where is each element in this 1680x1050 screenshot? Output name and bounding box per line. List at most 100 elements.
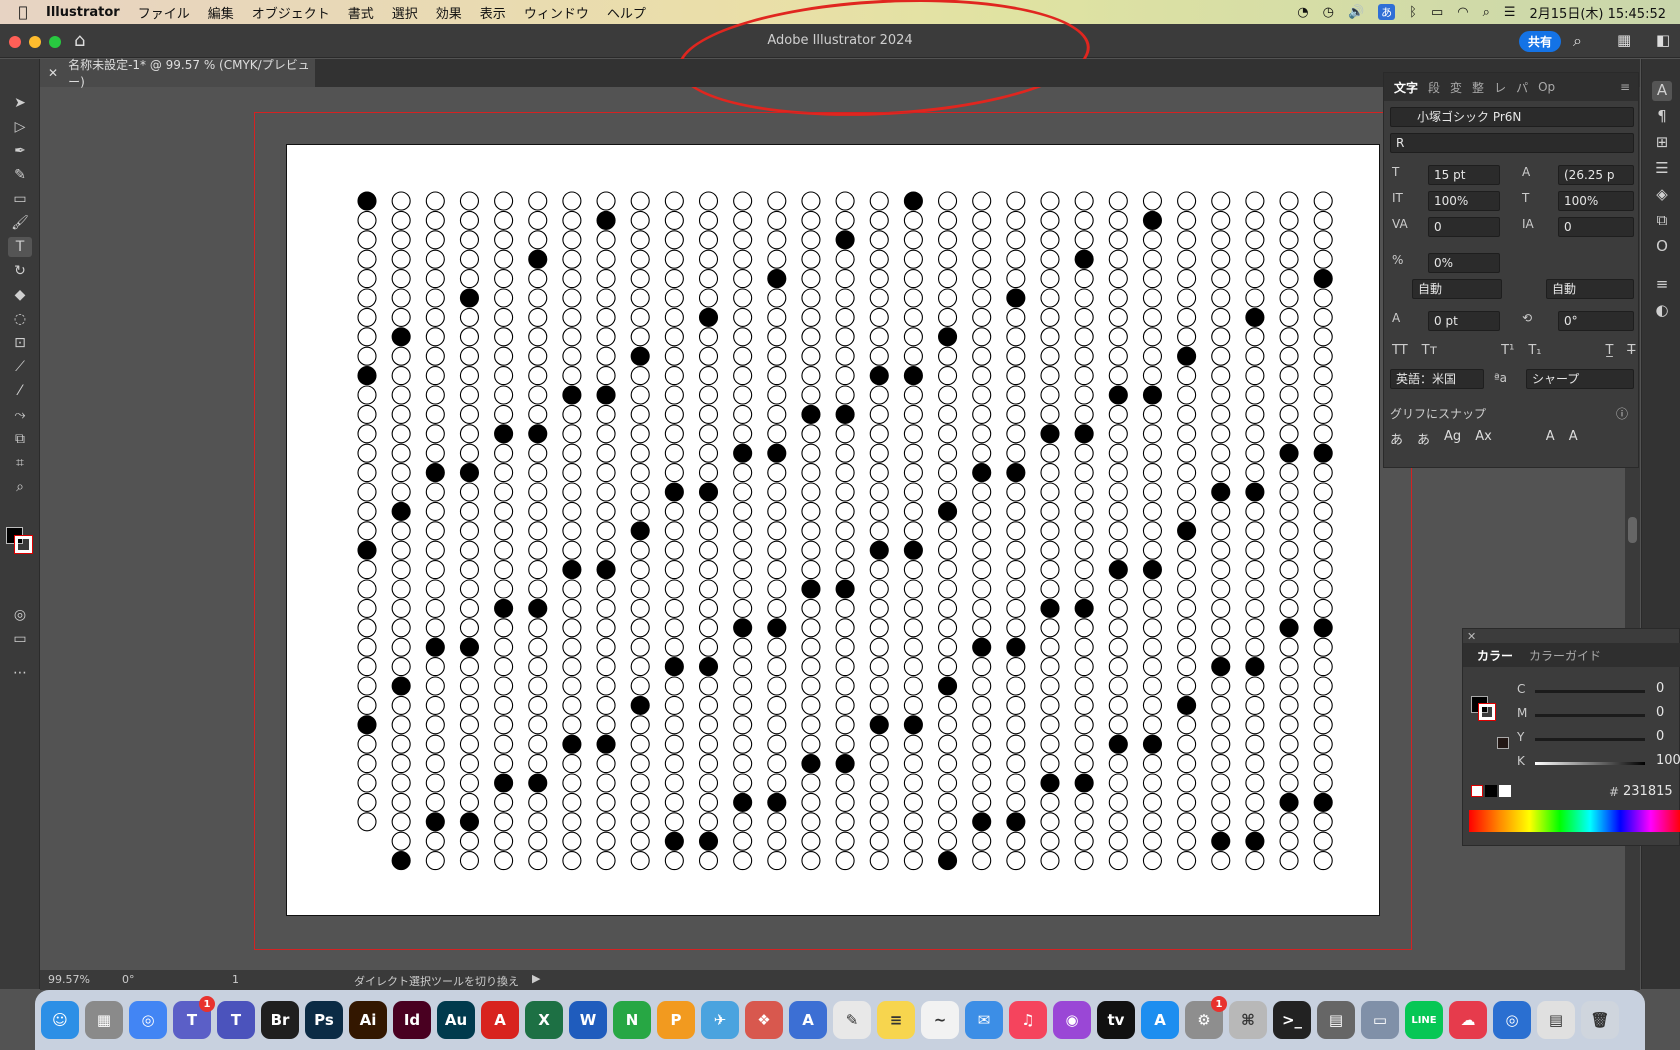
empty-circle[interactable] [869,598,889,618]
empty-circle[interactable] [459,191,479,211]
tab-color-guide[interactable]: カラーガイド [1529,647,1601,664]
empty-circle[interactable] [459,385,479,405]
empty-circle[interactable] [459,657,479,677]
empty-circle[interactable] [1313,424,1333,444]
empty-circle[interactable] [733,230,753,250]
empty-circle[interactable] [767,463,787,483]
empty-circle[interactable] [1040,637,1060,657]
black-swatch[interactable] [1485,785,1497,797]
empty-circle[interactable] [835,618,855,638]
empty-circle[interactable] [1211,288,1231,308]
empty-circle[interactable] [630,540,650,560]
empty-circle[interactable] [494,443,514,463]
antialias-select[interactable]: シャープ [1526,369,1634,389]
empty-circle[interactable] [459,230,479,250]
empty-circle[interactable] [391,424,411,444]
filled-circle[interactable] [391,851,411,871]
empty-circle[interactable] [1074,230,1094,250]
empty-circle[interactable] [698,851,719,871]
empty-circle[interactable] [425,773,445,793]
empty-circle[interactable] [1177,812,1197,832]
empty-circle[interactable] [528,269,548,289]
eyedropper-tool-icon[interactable]: ⁄ [8,381,32,401]
empty-circle[interactable] [630,288,650,308]
empty-circle[interactable] [937,230,958,250]
screen-mode-icon[interactable]: ▭ [8,629,32,649]
empty-circle[interactable] [562,657,582,677]
empty-circle[interactable] [494,734,514,754]
empty-circle[interactable] [494,812,514,832]
empty-circle[interactable] [1177,618,1197,638]
filled-circle[interactable] [630,346,650,366]
empty-circle[interactable] [1108,812,1128,832]
empty-circle[interactable] [972,443,992,463]
snap-proximity-button[interactable]: Ax [1475,429,1492,448]
empty-circle[interactable] [1006,210,1026,230]
empty-circle[interactable] [835,792,855,812]
filled-circle[interactable] [1142,734,1163,754]
empty-circle[interactable] [903,812,923,832]
empty-circle[interactable] [1074,695,1094,715]
snap-xheight-button[interactable]: あ [1417,429,1430,448]
empty-circle[interactable] [1142,404,1163,424]
empty-circle[interactable] [425,676,445,696]
empty-circle[interactable] [459,501,479,521]
empty-circle[interactable] [528,618,548,638]
empty-circle[interactable] [801,773,821,793]
empty-circle[interactable] [1279,346,1299,366]
character-panel-icon[interactable]: A [1652,81,1672,101]
empty-circle[interactable] [630,754,650,774]
empty-circle[interactable] [767,715,787,735]
dock-audition-icon[interactable]: Au [437,1001,475,1039]
empty-circle[interactable] [1074,385,1094,405]
empty-circle[interactable] [733,560,753,580]
empty-circle[interactable] [425,734,445,754]
empty-circle[interactable] [1108,288,1128,308]
empty-circle[interactable] [630,792,650,812]
dock-chrome-icon[interactable]: ◎ [129,1001,167,1039]
empty-circle[interactable] [1279,812,1299,832]
channel-m-slider[interactable] [1535,714,1645,717]
empty-circle[interactable] [1245,463,1265,483]
dock-excel-icon[interactable]: X [525,1001,563,1039]
empty-circle[interactable] [801,540,821,560]
filled-circle[interactable] [972,812,992,832]
empty-circle[interactable] [1074,676,1094,696]
empty-circle[interactable] [835,657,855,677]
filled-circle[interactable] [903,366,923,386]
empty-circle[interactable] [937,288,958,308]
empty-circle[interactable] [869,501,889,521]
empty-circle[interactable] [425,579,445,599]
empty-circle[interactable] [698,695,719,715]
empty-circle[interactable] [801,695,821,715]
empty-circle[interactable] [1313,657,1333,677]
empty-circle[interactable] [903,210,923,230]
empty-circle[interactable] [1006,851,1026,871]
dock-finder-icon[interactable]: ☺ [41,1001,79,1039]
filled-circle[interactable] [869,366,889,386]
empty-circle[interactable] [1006,540,1026,560]
empty-circle[interactable] [1108,715,1128,735]
empty-circle[interactable] [391,366,411,386]
empty-circle[interactable] [767,754,787,774]
filled-circle[interactable] [1211,831,1231,851]
empty-circle[interactable] [630,307,650,327]
empty-circle[interactable] [733,307,753,327]
empty-circle[interactable] [596,501,616,521]
empty-circle[interactable] [1245,385,1265,405]
empty-circle[interactable] [903,424,923,444]
empty-circle[interactable] [562,540,582,560]
empty-circle[interactable] [1279,540,1299,560]
empty-circle[interactable] [1211,346,1231,366]
empty-circle[interactable] [1279,637,1299,657]
empty-circle[interactable] [528,463,548,483]
empty-circle[interactable] [937,443,958,463]
empty-circle[interactable] [1040,831,1060,851]
empty-circle[interactable] [494,831,514,851]
filled-circle[interactable] [664,831,684,851]
dock-illustrator-icon[interactable]: Ai [349,1001,387,1039]
empty-circle[interactable] [903,463,923,483]
empty-circle[interactable] [630,463,650,483]
empty-circle[interactable] [425,404,445,424]
empty-circle[interactable] [528,366,548,386]
